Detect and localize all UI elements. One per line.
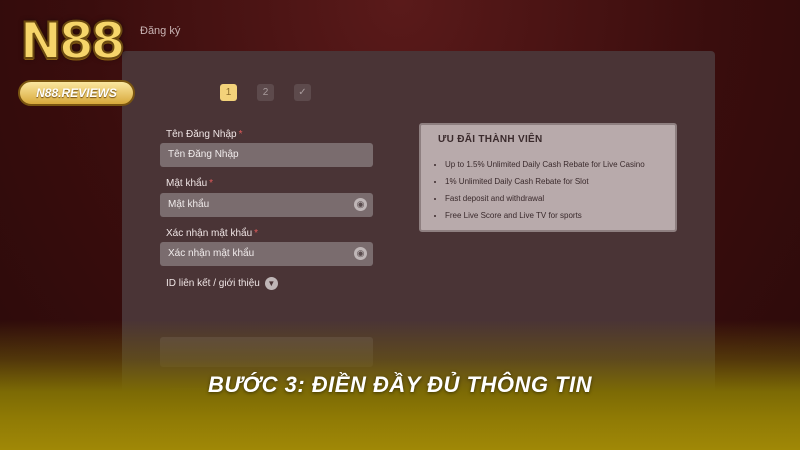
password-placeholder: Mật khẩu bbox=[168, 199, 210, 210]
username-label-text: Tên Đăng Nhập bbox=[166, 129, 237, 140]
username-placeholder: Tên Đăng Nhập bbox=[168, 149, 239, 160]
password-label: Mật khẩu * bbox=[166, 178, 213, 189]
show-password-eye-icon[interactable]: ◉ bbox=[354, 198, 367, 211]
confirm-password-label-text: Xác nhận mật khẩu bbox=[166, 228, 253, 239]
member-benefits-box: ƯU ĐÃI THÀNH VIÊN Up to 1.5% Unlimited D… bbox=[419, 123, 677, 232]
username-label: Tên Đăng Nhập * bbox=[166, 129, 243, 140]
required-asterisk: * bbox=[209, 178, 214, 189]
username-input[interactable]: Tên Đăng Nhập bbox=[160, 143, 373, 167]
benefits-title: ƯU ĐÃI THÀNH VIÊN bbox=[438, 134, 543, 145]
logo-badge: N88.REVIEWS bbox=[18, 80, 135, 106]
n88-logo: N88 N88.REVIEWS bbox=[14, 11, 139, 112]
list-item: 1% Unlimited Daily Cash Rebate for Slot bbox=[445, 173, 645, 190]
benefits-list: Up to 1.5% Unlimited Daily Cash Rebate f… bbox=[429, 156, 645, 224]
referral-id-label: ID liên kết / giới thiệu bbox=[166, 278, 260, 289]
chevron-down-icon: ▼ bbox=[264, 277, 278, 290]
list-item: Up to 1.5% Unlimited Daily Cash Rebate f… bbox=[445, 156, 645, 173]
confirm-password-input[interactable]: Xác nhận mật khẩu ◉ bbox=[160, 242, 373, 266]
list-item: Fast deposit and withdrawal bbox=[445, 190, 645, 207]
show-confirm-password-eye-icon[interactable]: ◉ bbox=[354, 247, 367, 260]
required-asterisk: * bbox=[238, 129, 243, 140]
confirm-password-placeholder: Xác nhận mật khẩu bbox=[168, 248, 255, 259]
step-caption: BƯỚC 3: ĐIỀN ĐẦY ĐỦ THÔNG TIN bbox=[208, 372, 592, 397]
password-label-text: Mật khẩu bbox=[166, 178, 208, 189]
required-asterisk: * bbox=[254, 228, 259, 239]
register-link[interactable]: Đăng ký bbox=[140, 25, 180, 37]
step-indicator: 1 2 ✓ bbox=[220, 84, 311, 101]
confirm-password-label: Xác nhận mật khẩu * bbox=[166, 228, 258, 239]
list-item: Free Live Score and Live TV for sports bbox=[445, 207, 645, 224]
logo-wordmark: N88 bbox=[19, 11, 126, 71]
password-input[interactable]: Mật khẩu ◉ bbox=[160, 193, 373, 217]
referral-id-toggle[interactable]: ID liên kết / giới thiệu ▼ bbox=[166, 277, 278, 290]
step-1: 1 bbox=[220, 84, 237, 101]
step-complete-check-icon: ✓ bbox=[294, 84, 311, 101]
step-2: 2 bbox=[257, 84, 274, 101]
